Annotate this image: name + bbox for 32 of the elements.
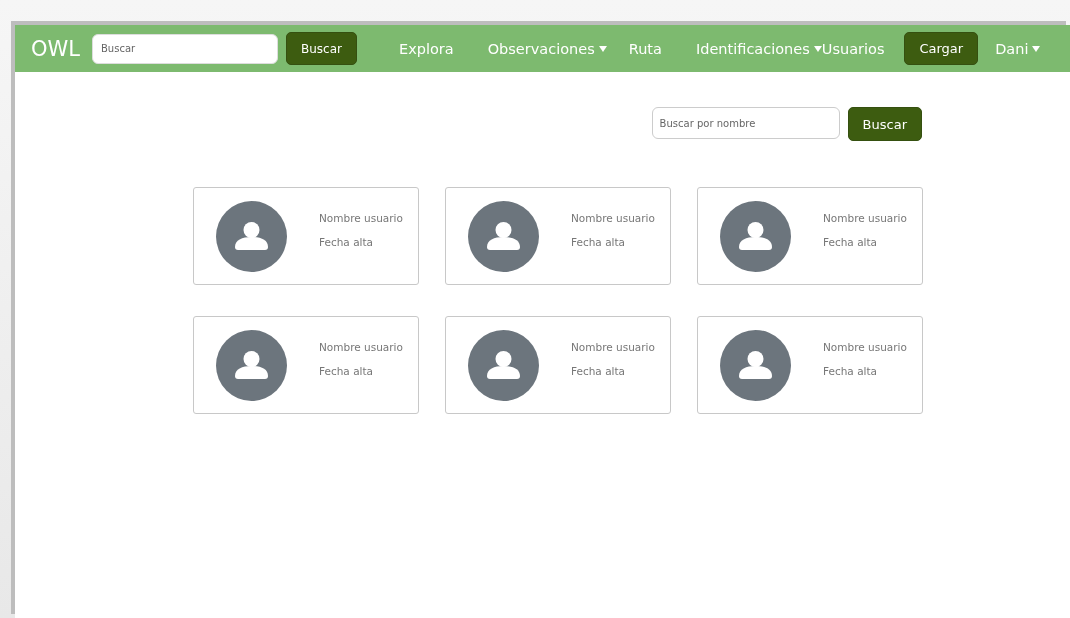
upload-button[interactable]: Cargar xyxy=(904,32,979,65)
avatar-icon xyxy=(468,200,539,272)
user-name: Nombre usuario xyxy=(571,212,655,224)
signup-date: Fecha alta xyxy=(571,365,627,377)
avatar-icon xyxy=(216,200,287,272)
search-button[interactable]: Buscar xyxy=(286,32,357,65)
avatar-icon xyxy=(468,329,539,401)
signup-date: Fecha alta xyxy=(823,365,879,377)
user-name: Nombre usuario xyxy=(571,341,655,353)
user-card[interactable]: Nombre usuario Fecha alta xyxy=(445,187,671,285)
user-name: Nombre usuario xyxy=(319,212,403,224)
search-button[interactable]: Buscar xyxy=(847,107,922,141)
user-card[interactable]: Nombre usuario Fecha alta xyxy=(193,316,419,414)
signup-date: Fecha alta xyxy=(823,236,879,248)
user-card[interactable]: Nombre usuario Fecha alta xyxy=(697,316,923,414)
avatar-icon xyxy=(720,329,791,401)
search-field[interactable]: Buscar xyxy=(92,33,278,64)
signup-date: Fecha alta xyxy=(571,236,627,248)
signup-date: Fecha alta xyxy=(319,236,375,248)
name-search-field[interactable]: Buscar por nombre xyxy=(651,107,840,139)
caret-icon xyxy=(813,45,822,52)
avatar-icon xyxy=(216,329,287,401)
user-card[interactable]: Nombre usuario Fecha alta xyxy=(445,316,671,414)
caret-icon xyxy=(1032,45,1041,52)
user-name: Nombre usuario xyxy=(823,212,907,224)
user-name: Nombre usuario xyxy=(319,341,403,353)
avatar-icon xyxy=(720,200,791,272)
user-name: Nombre usuario xyxy=(823,341,907,353)
user-card[interactable]: Nombre usuario Fecha alta xyxy=(697,187,923,285)
user-card[interactable]: Nombre usuario Fecha alta xyxy=(193,187,419,285)
signup-date: Fecha alta xyxy=(319,365,375,377)
caret-icon xyxy=(598,45,607,52)
